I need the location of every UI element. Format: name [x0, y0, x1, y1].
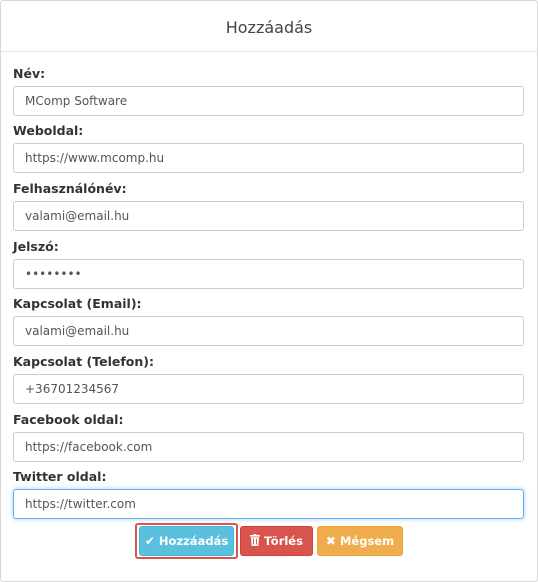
add-button[interactable]: ✔ Hozzáadás — [139, 526, 234, 556]
name-label: Név: — [13, 66, 46, 81]
username-label: Felhasználónév: — [13, 181, 127, 196]
add-button-label: Hozzáadás — [158, 534, 229, 548]
twitter-field-group: Twitter oldal: — [13, 468, 524, 519]
website-input[interactable] — [13, 143, 524, 173]
website-label: Weboldal: — [13, 123, 84, 138]
name-input[interactable] — [13, 86, 524, 116]
delete-button-label: Törlés — [264, 534, 303, 548]
facebook-input[interactable] — [13, 432, 524, 462]
cancel-button[interactable]: ✖ Mégsem — [317, 526, 403, 556]
contact-email-field-group: Kapcsolat (Email): — [13, 295, 524, 346]
website-field-group: Weboldal: — [13, 122, 524, 173]
contact-phone-input[interactable] — [13, 374, 524, 404]
dialog-title: Hozzáadás — [225, 17, 313, 37]
twitter-input[interactable] — [13, 489, 524, 519]
delete-button[interactable]: Törlés — [240, 526, 313, 556]
password-input[interactable] — [13, 259, 524, 289]
check-icon: ✔ — [144, 534, 155, 548]
password-label: Jelszó: — [13, 239, 59, 254]
contact-email-label: Kapcsolat (Email): — [13, 296, 142, 311]
twitter-label: Twitter oldal: — [13, 469, 107, 484]
contact-phone-field-group: Kapcsolat (Telefon): — [13, 353, 524, 404]
facebook-field-group: Facebook oldal: — [13, 411, 524, 462]
dialog-footer: ✔ Hozzáadás Törlés ✖ Mégsem — [1, 523, 537, 559]
name-field-group: Név: — [13, 65, 524, 116]
times-icon: ✖ — [325, 534, 336, 548]
contact-phone-label: Kapcsolat (Telefon): — [13, 354, 155, 369]
username-input[interactable] — [13, 201, 524, 231]
add-dialog: Hozzáadás Név: Weboldal: Felhasználónév:… — [0, 0, 538, 582]
contact-email-input[interactable] — [13, 316, 524, 346]
cancel-button-label: Mégsem — [339, 534, 395, 548]
username-field-group: Felhasználónév: — [13, 180, 524, 231]
dialog-header: Hozzáadás — [1, 1, 537, 52]
facebook-label: Facebook oldal: — [13, 412, 124, 427]
trash-icon — [250, 533, 261, 549]
password-field-group: Jelszó: — [13, 238, 524, 289]
